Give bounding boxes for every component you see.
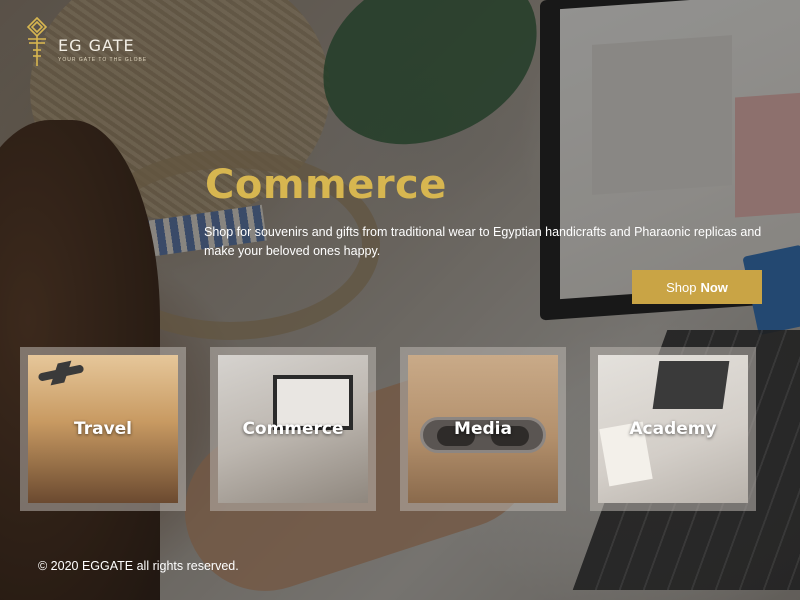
- brand-logo[interactable]: EG GATE YOUR GATE TO THE GLOBE: [24, 16, 147, 68]
- shop-now-button[interactable]: Shop Now: [632, 270, 762, 304]
- travel-tile-image: Travel: [28, 355, 178, 503]
- shop-now-label-bold: Now: [700, 279, 728, 295]
- category-label-academy: Academy: [629, 419, 717, 439]
- hero-title: Commerce: [205, 162, 447, 208]
- laptop-icon: [652, 361, 730, 409]
- ankh-logo-icon: [26, 16, 48, 66]
- copyright-text: © 2020 EGGATE all rights reserved.: [38, 559, 239, 573]
- shop-now-label-prefix: Shop: [666, 279, 697, 295]
- category-label-media: Media: [454, 419, 512, 439]
- brand-name: EG GATE: [58, 36, 135, 55]
- academy-tile-image: Academy: [598, 355, 748, 503]
- category-label-commerce: Commerce: [242, 419, 344, 439]
- airplane-icon: [37, 364, 85, 382]
- media-tile-image: Media: [408, 355, 558, 503]
- hero-description: Shop for souvenirs and gifts from tradit…: [204, 225, 762, 258]
- category-label-travel: Travel: [73, 419, 133, 439]
- brand-tagline: YOUR GATE TO THE GLOBE: [58, 57, 148, 63]
- category-tile-commerce[interactable]: Commerce: [210, 347, 376, 511]
- commerce-tile-image: Commerce: [218, 355, 368, 503]
- category-tile-travel[interactable]: Travel: [20, 347, 186, 511]
- category-tile-academy[interactable]: Academy: [590, 347, 756, 511]
- category-tile-media[interactable]: Media: [400, 347, 566, 511]
